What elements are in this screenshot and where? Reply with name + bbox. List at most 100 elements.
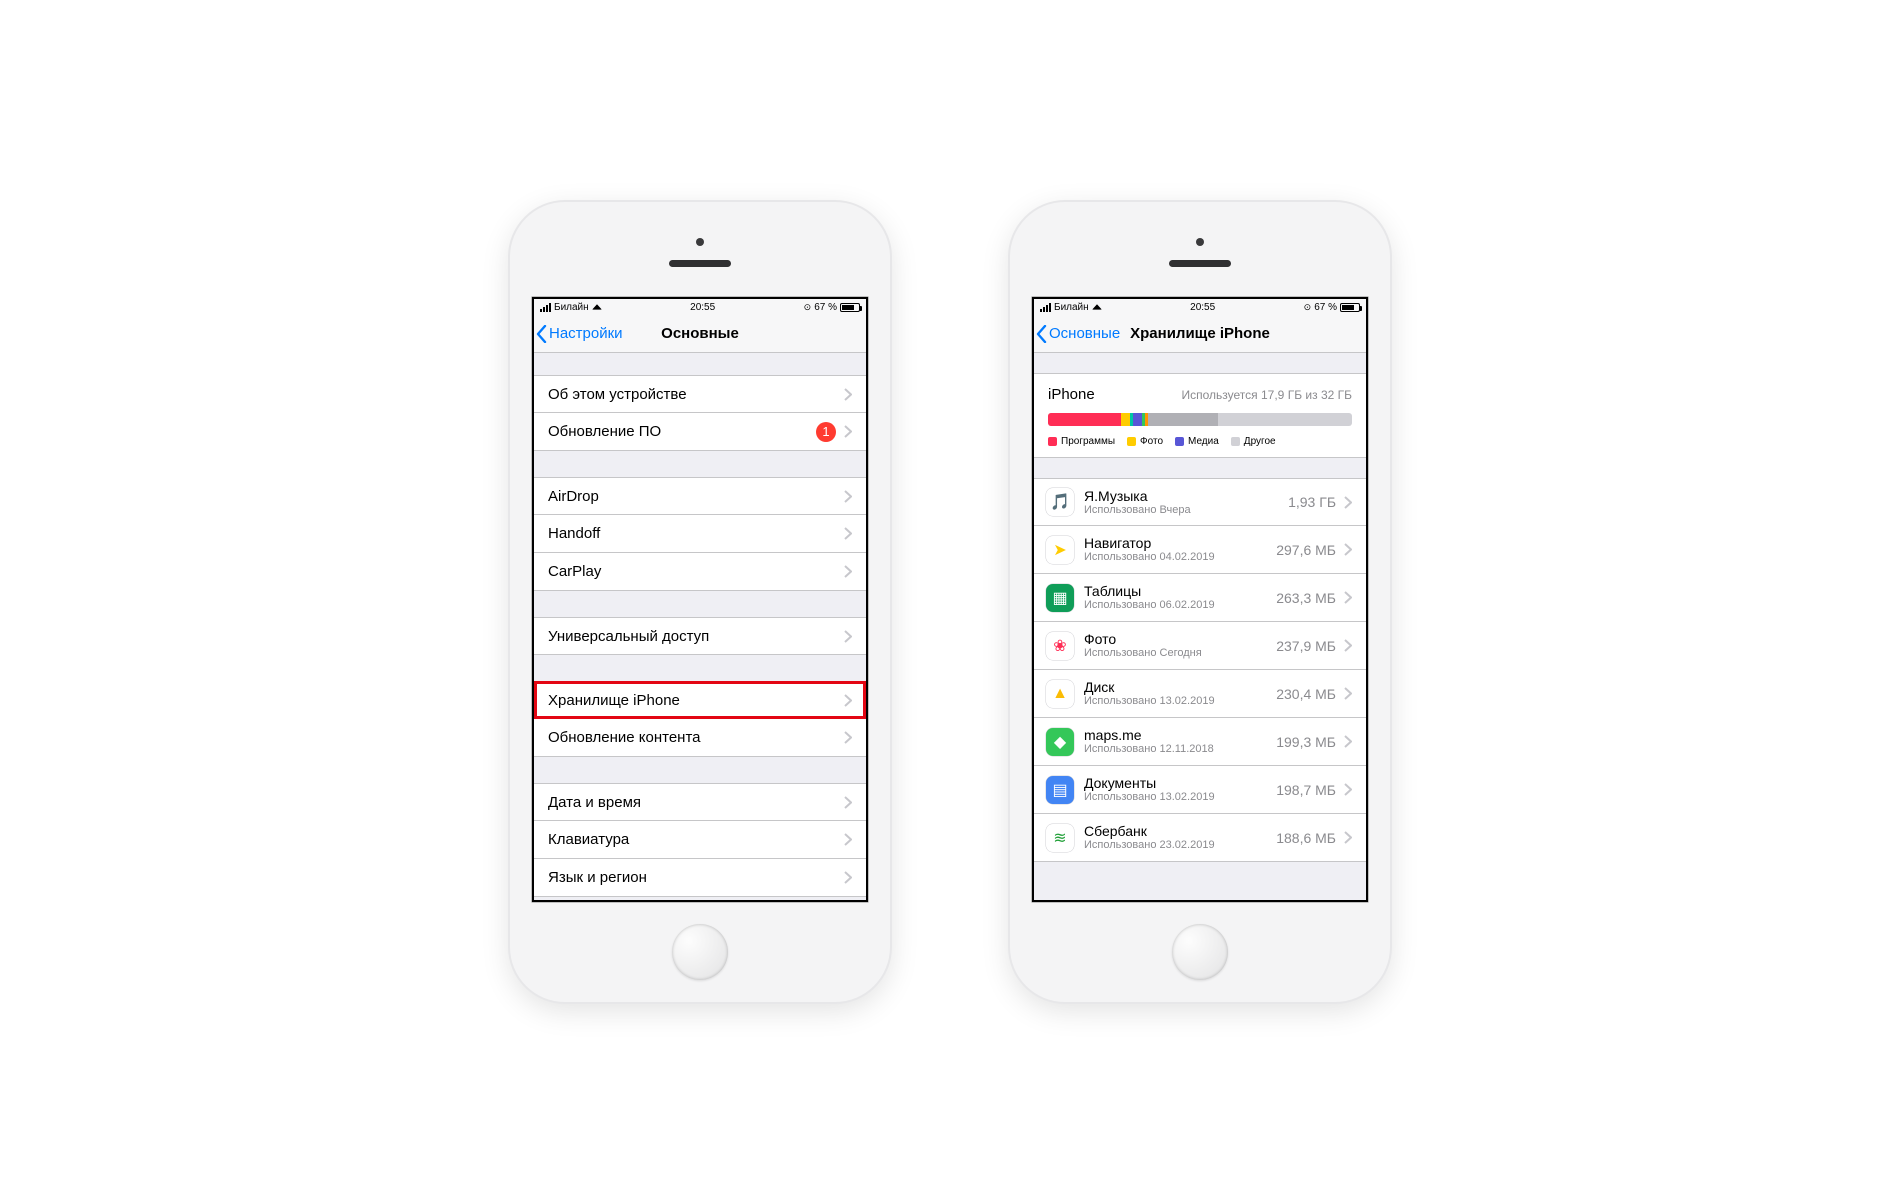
app-name: Сбербанк: [1084, 823, 1276, 839]
row-label: AirDrop: [548, 488, 844, 505]
app-size: 199,3 МБ: [1276, 734, 1336, 750]
home-button[interactable]: [1172, 924, 1228, 980]
settings-row[interactable]: Обновление контента: [534, 719, 866, 757]
chevron-right-icon: [1344, 687, 1352, 700]
legend-swatch: [1048, 437, 1057, 446]
app-icon: ◆: [1046, 728, 1074, 756]
status-bar: Билайн 20:55 ⊙ 67 %: [534, 299, 866, 315]
app-row[interactable]: ▲ДискИспользовано 13.02.2019230,4 МБ: [1034, 670, 1366, 718]
settings-row[interactable]: Язык и регион: [534, 859, 866, 897]
legend-label: Программы: [1061, 436, 1115, 447]
notification-badge: 1: [816, 422, 836, 442]
back-button[interactable]: Основные: [1034, 325, 1120, 343]
row-label: Об этом устройстве: [548, 386, 844, 403]
settings-table[interactable]: Об этом устройстве Обновление ПО1 AirDrop H…: [534, 353, 866, 900]
legend-label: Медиа: [1188, 436, 1219, 447]
app-icon: ▦: [1046, 584, 1074, 612]
battery-icon: [1340, 303, 1360, 312]
back-label: Настройки: [549, 325, 623, 342]
settings-row[interactable]: Обновление ПО1: [534, 413, 866, 451]
wifi-icon: [1092, 304, 1102, 310]
back-button[interactable]: Настройки: [534, 325, 623, 343]
alarm-icon: ⊙: [804, 302, 812, 313]
legend-item: Программы: [1048, 436, 1115, 447]
battery-pct: 67 %: [814, 302, 837, 313]
signal-icon: [1040, 303, 1051, 312]
settings-row[interactable]: CarPlay: [534, 553, 866, 591]
legend-label: Фото: [1140, 436, 1163, 447]
settings-row[interactable]: Дата и время: [534, 783, 866, 821]
app-last-used: Использовано 12.11.2018: [1084, 743, 1276, 756]
app-size: 297,6 МБ: [1276, 542, 1336, 558]
chevron-right-icon: [1344, 831, 1352, 844]
status-time: 20:55: [690, 302, 715, 313]
chevron-right-icon: [1344, 783, 1352, 796]
phone-right: Билайн 20:55 ⊙ 67 % Основные Хранилище i…: [1010, 202, 1390, 1002]
app-row[interactable]: ≋СбербанкИспользовано 23.02.2019188,6 МБ: [1034, 814, 1366, 862]
app-row[interactable]: ◆ maps.meИспользовано 12.11.2018199,3 МБ: [1034, 718, 1366, 766]
signal-icon: [540, 303, 551, 312]
legend-item: Медиа: [1175, 436, 1219, 447]
row-label: Обновление контента: [548, 729, 844, 746]
legend-swatch: [1175, 437, 1184, 446]
chevron-right-icon: [844, 388, 852, 401]
app-text: maps.meИспользовано 12.11.2018: [1084, 727, 1276, 756]
app-icon: ▤: [1046, 776, 1074, 804]
usage-bar: [1048, 413, 1352, 426]
chevron-right-icon: [844, 871, 852, 884]
usage-segment: [1048, 413, 1121, 426]
settings-row[interactable]: Универсальный доступ: [534, 617, 866, 655]
app-row[interactable]: ▤ДокументыИспользовано 13.02.2019198,7 М…: [1034, 766, 1366, 814]
chevron-right-icon: [844, 796, 852, 809]
app-row[interactable]: ▦ ТаблицыИспользовано 06.02.2019263,3 МБ: [1034, 574, 1366, 622]
settings-row[interactable]: Хранилище iPhone: [534, 681, 866, 719]
app-name: Фото: [1084, 631, 1276, 647]
apps-list: 🎵Я.МузыкаИспользовано Вчера1,93 ГБ ➤ Навиг…: [1034, 478, 1366, 862]
nav-bar: Настройки Основные: [534, 315, 866, 353]
app-last-used: Использовано 04.02.2019: [1084, 551, 1276, 564]
chevron-right-icon: [844, 731, 852, 744]
app-row[interactable]: 🎵Я.МузыкаИспользовано Вчера1,93 ГБ: [1034, 478, 1366, 526]
app-text: НавигаторИспользовано 04.02.2019: [1084, 535, 1276, 564]
app-icon: ≋: [1046, 824, 1074, 852]
legend-swatch: [1127, 437, 1136, 446]
app-row[interactable]: ➤ НавигаторИспользовано 04.02.2019297,6 М…: [1034, 526, 1366, 574]
alarm-icon: ⊙: [1304, 302, 1312, 313]
chevron-right-icon: [1344, 543, 1352, 556]
chevron-right-icon: [844, 490, 852, 503]
app-size: 230,4 МБ: [1276, 686, 1336, 702]
chevron-right-icon: [844, 630, 852, 643]
row-label: Дата и время: [548, 794, 844, 811]
status-bar: Билайн 20:55 ⊙ 67 %: [1034, 299, 1366, 315]
chevron-left-icon: [536, 325, 547, 343]
row-label: Язык и регион: [548, 869, 844, 886]
app-name: maps.me: [1084, 727, 1276, 743]
settings-row[interactable]: Клавиатура: [534, 821, 866, 859]
chevron-left-icon: [1036, 325, 1047, 343]
settings-row[interactable]: Handoff: [534, 515, 866, 553]
storage-table[interactable]: iPhone Используется 17,9 ГБ из 32 ГБ Про…: [1034, 353, 1366, 900]
usage-segment: [1148, 413, 1218, 426]
home-button[interactable]: [672, 924, 728, 980]
app-size: 263,3 МБ: [1276, 590, 1336, 606]
app-text: ТаблицыИспользовано 06.02.2019: [1084, 583, 1276, 612]
app-last-used: Использовано 13.02.2019: [1084, 791, 1276, 804]
app-last-used: Использовано 23.02.2019: [1084, 839, 1276, 852]
chevron-right-icon: [1344, 496, 1352, 509]
app-row[interactable]: ❀ФотоИспользовано Сегодня237,9 МБ: [1034, 622, 1366, 670]
row-label: Хранилище iPhone: [548, 692, 844, 709]
settings-row[interactable]: Об этом устройстве: [534, 375, 866, 413]
chevron-right-icon: [1344, 639, 1352, 652]
chevron-right-icon: [844, 527, 852, 540]
chevron-right-icon: [844, 833, 852, 846]
legend-item: Другое: [1231, 436, 1276, 447]
settings-row[interactable]: AirDrop: [534, 477, 866, 515]
app-icon: ➤: [1046, 536, 1074, 564]
app-last-used: Использовано 06.02.2019: [1084, 599, 1276, 612]
chevron-right-icon: [844, 425, 852, 438]
phone-left: Билайн 20:55 ⊙ 67 % Настройки Основные О…: [510, 202, 890, 1002]
app-name: Диск: [1084, 679, 1276, 695]
chevron-right-icon: [1344, 591, 1352, 604]
device-name: iPhone: [1048, 386, 1095, 403]
app-last-used: Использовано 13.02.2019: [1084, 695, 1276, 708]
